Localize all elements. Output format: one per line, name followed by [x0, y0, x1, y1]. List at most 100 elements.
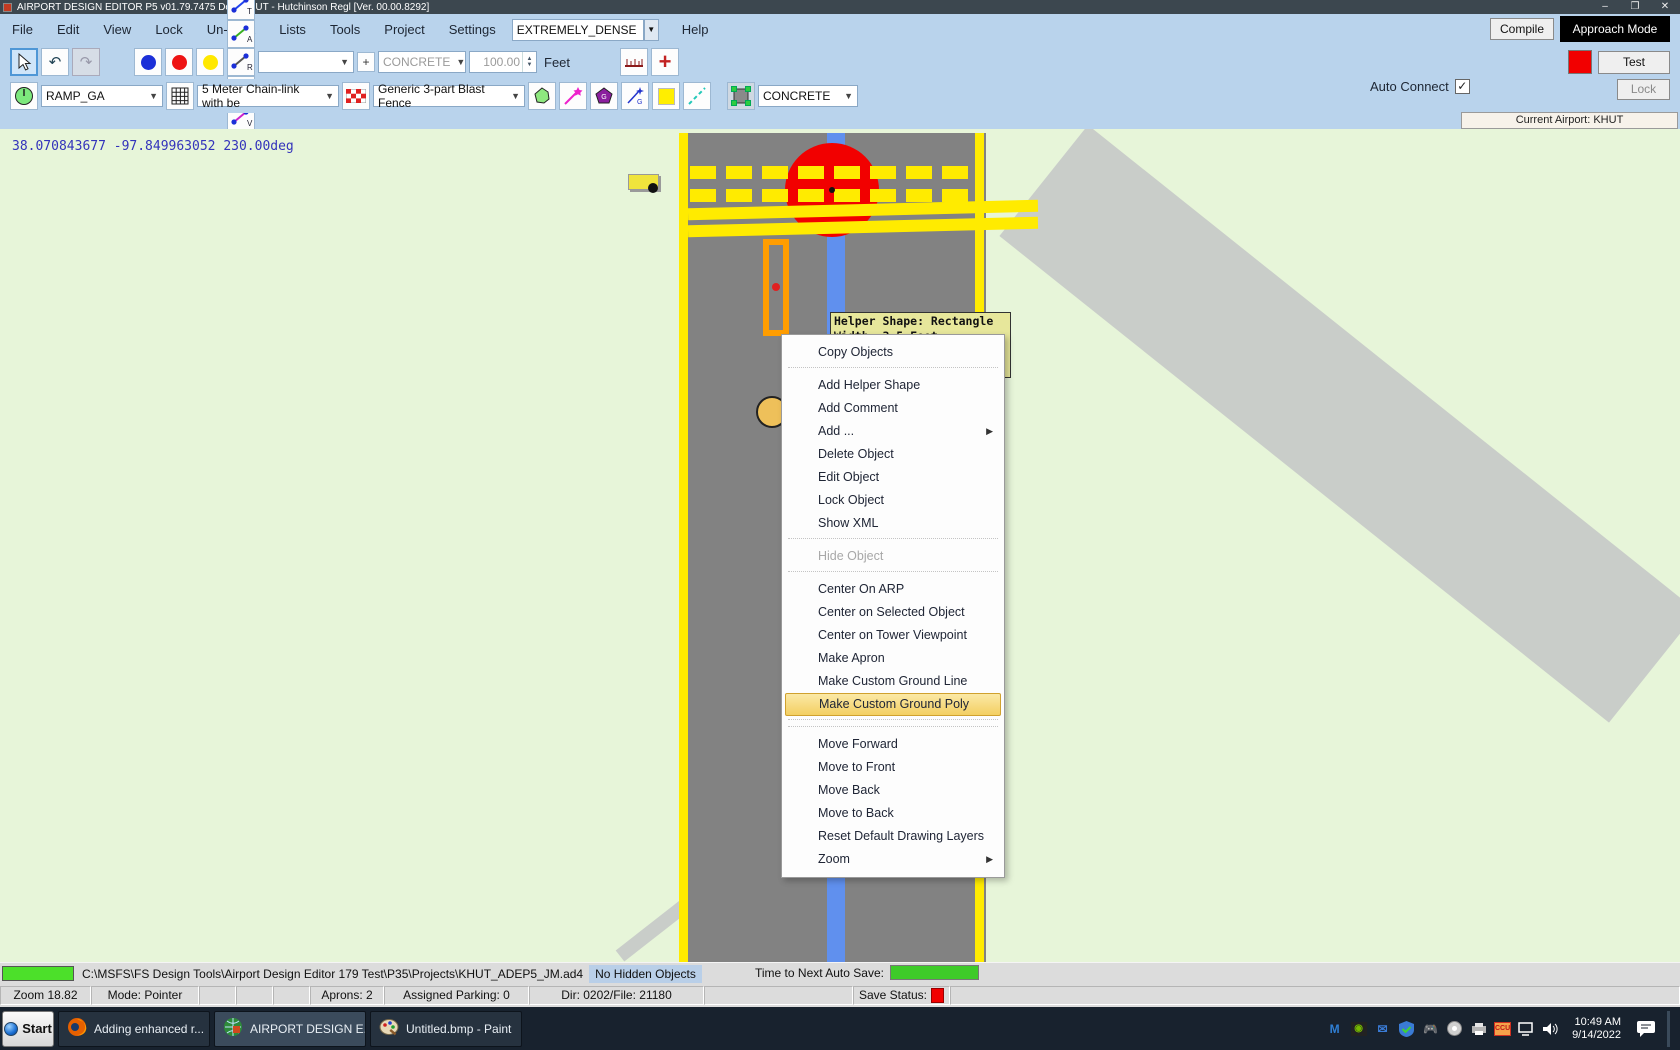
blast-fence-dropdown[interactable]: Generic 3-part Blast Fence ▼ [373, 85, 525, 107]
grid-tool-button[interactable] [166, 82, 194, 110]
surface-dropdown-disabled[interactable]: CONCRETE ▼ [378, 51, 466, 73]
menu-help[interactable]: Help [670, 18, 721, 41]
line-tool-a-button[interactable]: A [227, 20, 255, 48]
threshold-dash [726, 189, 752, 202]
line-tool-r-button[interactable]: R [227, 48, 255, 76]
approach-mode-button[interactable]: Approach Mode [1560, 16, 1670, 42]
width-spinner[interactable]: 100.00 ▲▼ [469, 51, 537, 73]
undo-button[interactable]: ↶ [41, 48, 69, 76]
restore-icon[interactable]: ❐ [1620, 0, 1650, 14]
context-menu-item-show-xml[interactable]: Show XML [784, 512, 1002, 535]
spinner-arrows-icon[interactable]: ▲▼ [522, 52, 536, 72]
context-menu-item-make-custom-ground-line[interactable]: Make Custom Ground Line [784, 670, 1002, 693]
menu-file[interactable]: File [0, 18, 45, 41]
segment-type-dropdown[interactable]: ▼ [258, 51, 354, 73]
purple-pentagon-tool-button[interactable]: G [590, 82, 618, 110]
compile-button[interactable]: Compile [1490, 18, 1554, 40]
context-menu-item-move-to-front[interactable]: Move to Front [784, 756, 1002, 779]
context-menu-item-make-apron[interactable]: Make Apron [784, 647, 1002, 670]
menu-settings[interactable]: Settings [437, 18, 508, 41]
red-point-tool-button[interactable] [165, 48, 193, 76]
tray-mail-icon[interactable]: ✉ [1374, 1020, 1391, 1037]
menu-edit[interactable]: Edit [45, 18, 91, 41]
ramp-type-dropdown[interactable]: RAMP_GA ▼ [41, 85, 163, 107]
context-menu-item-zoom[interactable]: Zoom▶ [784, 848, 1002, 871]
context-menu-item-delete-object[interactable]: Delete Object [784, 443, 1002, 466]
magenta-line-tool-button[interactable] [559, 82, 587, 110]
ruler-tool-button[interactable] [620, 48, 648, 76]
marker-node-dot[interactable] [648, 183, 658, 193]
menu-tools[interactable]: Tools [318, 18, 372, 41]
minimize-icon[interactable]: – [1590, 0, 1620, 14]
selection-rect-tool-button[interactable] [727, 82, 755, 110]
tray-malwarebytes-icon[interactable]: M [1326, 1020, 1343, 1037]
taskbar-app-untitled-bmp-paint[interactable]: Untitled.bmp - Paint [370, 1011, 522, 1047]
blue-arrow-g-tool-button[interactable]: G [621, 82, 649, 110]
tray-controller-icon[interactable]: 🎮 [1422, 1020, 1439, 1037]
checker-tool-button[interactable] [342, 82, 370, 110]
blue-point-tool-button[interactable] [134, 48, 162, 76]
crosshair-tool-button[interactable]: + [651, 48, 679, 76]
tray-nvidia-icon[interactable]: ◉ [1350, 1020, 1367, 1037]
start-orb-icon [4, 1022, 18, 1036]
gauge-tool-button[interactable] [10, 82, 38, 110]
context-menu-item-center-on-selected-object[interactable]: Center on Selected Object [784, 601, 1002, 624]
taxiway-diagonal[interactable] [999, 129, 1680, 723]
polygon-tool-button[interactable] [528, 82, 556, 110]
dashed-line-tool-button[interactable] [683, 82, 711, 110]
auto-connect-checkbox[interactable]: ✓ [1455, 79, 1470, 94]
context-menu-item-move-back[interactable]: Move Back [784, 779, 1002, 802]
surface-dropdown[interactable]: CONCRETE ▼ [758, 85, 858, 107]
tray-volume-icon[interactable] [1542, 1020, 1559, 1037]
context-menu-item-make-custom-ground-poly[interactable]: Make Custom Ground Poly [785, 693, 1001, 716]
context-menu-item-copy-objects[interactable]: Copy Objects [784, 341, 1002, 364]
submenu-arrow-icon: ▶ [986, 420, 993, 443]
pointer-tool-button[interactable] [10, 48, 38, 76]
menu-view[interactable]: View [91, 18, 143, 41]
menu-lists[interactable]: Lists [267, 18, 318, 41]
tray-defender-icon[interactable] [1398, 1020, 1415, 1037]
context-menu-item-move-forward[interactable]: Move Forward [784, 733, 1002, 756]
taskbar-app-airport-design-e[interactable]: AIRPORT DESIGN E... [214, 1011, 366, 1047]
context-menu-item-edit-object[interactable]: Edit Object [784, 466, 1002, 489]
context-menu-item-add-helper-shape[interactable]: Add Helper Shape [784, 374, 1002, 397]
status-empty-cell [236, 986, 273, 1005]
context-menu-item-center-on-tower-viewpoint[interactable]: Center on Tower Viewpoint [784, 624, 1002, 647]
show-desktop-button[interactable] [1667, 1011, 1670, 1047]
autosave-label: Time to Next Auto Save: [755, 966, 884, 980]
threshold-dash [798, 166, 824, 179]
context-menu-item-center-on-arp[interactable]: Center On ARP [784, 578, 1002, 601]
context-menu-item-add[interactable]: Add ...▶ [784, 420, 1002, 443]
tray-disc-icon[interactable] [1446, 1020, 1463, 1037]
threshold-dash [690, 166, 716, 179]
yellow-point-tool-button[interactable] [196, 48, 224, 76]
fence-type-dropdown[interactable]: 5 Meter Chain-link with be ▼ [197, 85, 339, 107]
map-canvas[interactable]: 38.070843677 -97.849963052 230.00deg Hel… [0, 129, 1680, 962]
ade-icon [223, 1017, 243, 1040]
taskbar-app-adding-enhanced-r[interactable]: Adding enhanced r... [58, 1011, 210, 1047]
start-button[interactable]: Start [2, 1011, 54, 1047]
chevron-down-icon[interactable]: ▼ [644, 19, 659, 41]
context-menu-item-lock-object[interactable]: Lock Object [784, 489, 1002, 512]
close-icon[interactable]: ✕ [1650, 0, 1680, 14]
tray-display-icon[interactable] [1518, 1020, 1535, 1037]
yellow-square-tool-button[interactable] [652, 82, 680, 110]
menu-project[interactable]: Project [372, 18, 436, 41]
helper-rectangle-vertex[interactable] [772, 283, 780, 291]
test-button[interactable]: Test [1598, 51, 1670, 74]
tray-ccu-icon[interactable]: CCU [1494, 1020, 1511, 1037]
density-dropdown[interactable]: EXTREMELY_DENSE ▼ [512, 19, 644, 41]
taskbar-clock[interactable]: 10:49 AM 9/14/2022 [1572, 1016, 1621, 1042]
add-segment-button[interactable]: + [357, 52, 375, 72]
save-status-indicator [931, 988, 944, 1003]
line-tool-t-button[interactable]: T [227, 0, 255, 20]
context-menu-item-reset-default-drawing-layers[interactable]: Reset Default Drawing Layers [784, 825, 1002, 848]
context-menu-item-add-comment[interactable]: Add Comment [784, 397, 1002, 420]
menu-lock[interactable]: Lock [143, 18, 194, 41]
firefox-icon [67, 1017, 87, 1040]
tray-printer-icon[interactable] [1470, 1020, 1487, 1037]
redo-button[interactable]: ↷ [72, 48, 100, 76]
action-center-icon[interactable] [1634, 1020, 1656, 1037]
context-menu-item-move-to-back[interactable]: Move to Back [784, 802, 1002, 825]
lock-button[interactable]: Lock [1617, 79, 1670, 100]
